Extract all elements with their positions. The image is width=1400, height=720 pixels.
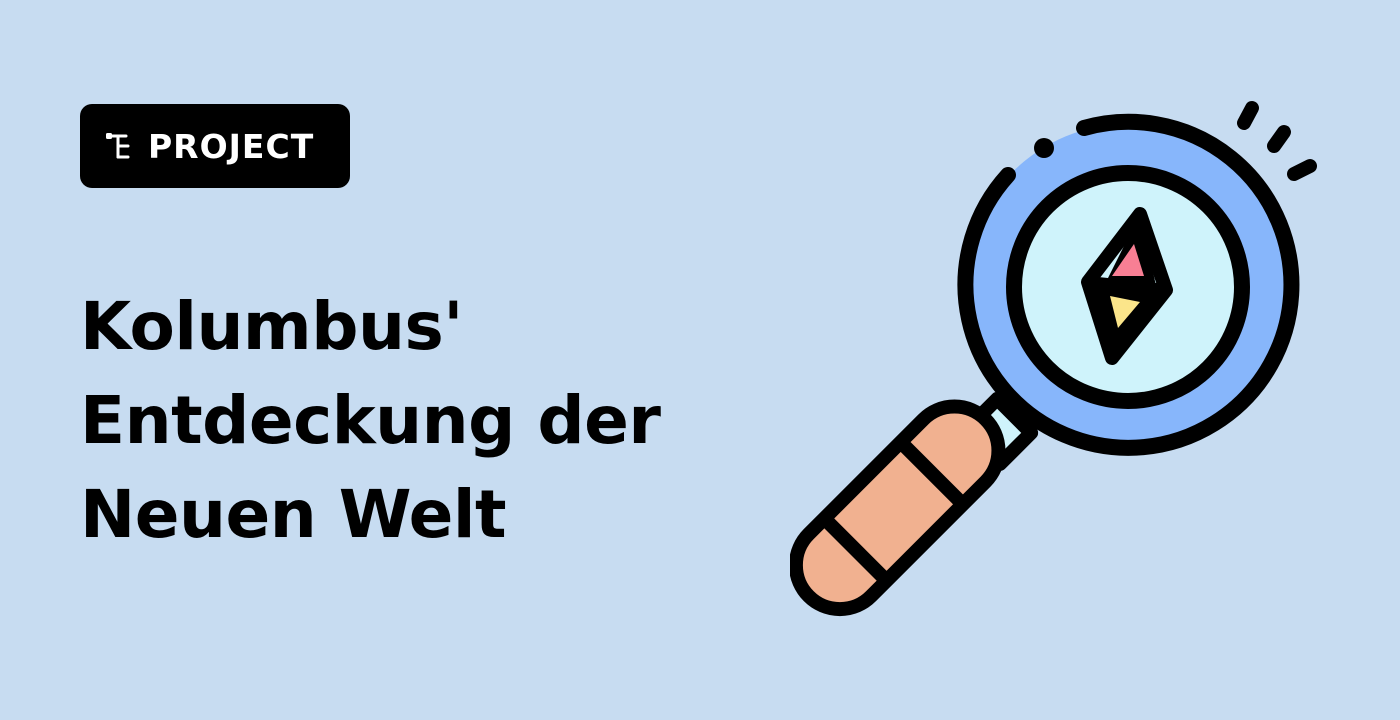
title-line-1: Kolumbus' xyxy=(80,288,463,365)
badge-label: PROJECT xyxy=(148,126,315,166)
project-tree-icon xyxy=(104,129,138,163)
title-line-2: Entdeckung der xyxy=(80,382,661,459)
sparkle-icon xyxy=(1237,101,1317,181)
magnifying-glass-compass-icon xyxy=(788,90,1350,630)
handle xyxy=(788,399,1006,617)
banner: PROJECT Kolumbus' Entdeckung der Neuen W… xyxy=(0,0,1400,720)
project-badge: PROJECT xyxy=(80,104,350,188)
lens-outline-dot xyxy=(1034,138,1054,158)
page-title: Kolumbus' Entdeckung der Neuen Welt xyxy=(80,280,720,562)
title-line-3: Neuen Welt xyxy=(80,476,507,553)
